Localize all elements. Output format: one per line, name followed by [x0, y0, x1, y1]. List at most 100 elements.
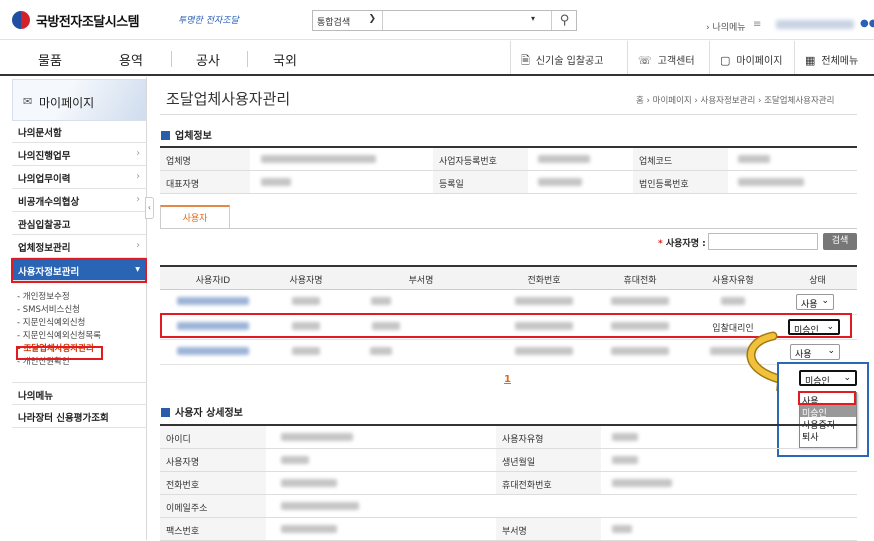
- chevron-right-icon: ›: [136, 148, 140, 159]
- user-name-search-input[interactable]: [708, 233, 818, 250]
- blurred-value: [738, 154, 770, 163]
- label-company-code: 업체코드: [633, 148, 728, 170]
- status-select-value: 사용: [801, 300, 818, 310]
- sidebar-item-label: 업체정보관리: [18, 243, 71, 254]
- highlight-box-option: [798, 391, 856, 405]
- title-divider: [160, 114, 857, 115]
- detail-row: 전화번호 휴대전화번호: [160, 472, 857, 495]
- value-email: [275, 495, 365, 517]
- blurred-value: [611, 296, 669, 305]
- table-row[interactable]: 사용 ⌄: [160, 290, 857, 315]
- sidebar-collapse-toggle[interactable]: ‹: [145, 197, 154, 219]
- highlight-box-submenu: [16, 346, 103, 360]
- blurred-value: [177, 296, 249, 305]
- cell-phone: [496, 290, 592, 314]
- chevron-down-icon: ⌄: [827, 346, 835, 356]
- sidebar-item-my-menu[interactable]: 나의메뉴: [12, 382, 146, 405]
- sidebar-item-ongoing-work[interactable]: 나의진행업무 ›: [12, 143, 146, 166]
- section-bullet-icon: [161, 131, 170, 140]
- blurred-value: [370, 346, 392, 355]
- cell-user-type: [688, 290, 778, 314]
- site-logo-text[interactable]: 국방전자조달시스템: [36, 11, 140, 30]
- label-mobile: 휴대전화번호: [496, 472, 601, 494]
- status-select-open[interactable]: 미승인 ⌄: [799, 370, 857, 387]
- value-user-type: [606, 426, 644, 448]
- search-input[interactable]: [387, 13, 537, 28]
- site-slogan: 투명한 전자조달: [178, 16, 239, 26]
- user-group-icon[interactable]: ●●: [860, 18, 874, 29]
- new-tech-bid-link[interactable]: 🗎 신기술 입찰공고: [510, 41, 627, 74]
- gnb-item-overseas[interactable]: 국외: [273, 50, 297, 69]
- label-representative: 대표자명: [160, 171, 250, 193]
- customer-center-link[interactable]: ☏ 고객센터: [627, 41, 709, 74]
- blurred-value: [292, 346, 320, 355]
- user-name-blurred: [776, 20, 854, 29]
- sidebar-item-interest-bids[interactable]: 관심입찰공고: [12, 212, 146, 235]
- cell-mobile: [592, 340, 688, 364]
- search-button[interactable]: ⚲: [551, 11, 577, 30]
- status-select[interactable]: 사용 ⌄: [796, 294, 834, 310]
- label-registration-date: 등록일: [433, 171, 528, 193]
- sidebar-item-label: 비공개수의협상: [18, 197, 80, 208]
- label-company-name: 업체명: [160, 148, 250, 170]
- sidebar-item-documents[interactable]: 나의문서함: [12, 120, 146, 143]
- search-category-select[interactable]: 통합검색 ❯: [313, 11, 383, 30]
- envelope-icon: ✉: [23, 95, 33, 108]
- sub-item-fingerprint-exception-list[interactable]: - 지문인식예외신청목록: [17, 329, 101, 341]
- blurred-value: [281, 478, 337, 487]
- page-number-link[interactable]: 1: [504, 374, 511, 385]
- company-section-title: 업체정보: [161, 127, 212, 142]
- column-header-user-id: 사용자ID: [195, 276, 231, 286]
- blurred-value: [281, 501, 359, 510]
- sidebar-item-private-negotiation[interactable]: 비공개수의협상 ›: [12, 189, 146, 212]
- cell-user-id[interactable]: [160, 340, 266, 364]
- label-user-id: 아이디: [160, 426, 266, 448]
- list-icon[interactable]: ≡: [753, 19, 761, 30]
- option-pending[interactable]: 미승인: [800, 405, 856, 419]
- blurred-value: [612, 478, 672, 487]
- value-department: [606, 518, 638, 540]
- sub-item-personal-info[interactable]: - 개인정보수정: [17, 290, 70, 302]
- my-menu-link[interactable]: › 나의메뉴: [706, 20, 746, 33]
- chevron-down-icon: ⌄: [843, 373, 851, 383]
- blurred-value: [738, 177, 804, 186]
- column-header-status: 상태: [809, 276, 826, 286]
- gnb-item-services[interactable]: 용역: [119, 50, 143, 69]
- value-registration-date: [532, 171, 632, 193]
- blurred-value: [538, 177, 582, 186]
- detail-row: 아이디 사용자유형: [160, 426, 857, 449]
- search-button[interactable]: 검색: [823, 233, 857, 250]
- tab-users[interactable]: 사용자: [160, 205, 230, 229]
- blurred-value: [261, 154, 376, 163]
- sub-item-fingerprint-exception[interactable]: - 지문인식예외신청: [17, 316, 85, 328]
- sidebar-item-credit-rating[interactable]: 나라장터 신용평가조회: [12, 405, 146, 428]
- gnb-item-construction[interactable]: 공사: [196, 50, 220, 69]
- value-birth-date: [606, 449, 644, 471]
- dropdown-arrow-icon[interactable]: ▾: [531, 14, 535, 23]
- mypage-link[interactable]: ▢ 마이페이지: [709, 41, 794, 74]
- label-corporate-number: 법인등록번호: [633, 171, 728, 193]
- gnb-item-goods[interactable]: 물품: [38, 50, 62, 69]
- my-menu-label: 나의메뉴: [712, 23, 746, 33]
- blurred-value: [281, 524, 337, 533]
- sub-item-sms-service[interactable]: - SMS서비스신청: [17, 303, 80, 315]
- cell-user-id[interactable]: [160, 290, 266, 314]
- detail-row: 팩스번호 부서명: [160, 518, 857, 541]
- value-user-id: [275, 426, 359, 448]
- logo-icon[interactable]: [12, 11, 30, 29]
- section-bullet-icon: [161, 408, 170, 417]
- all-menu-link[interactable]: ▦ 전체메뉴: [794, 41, 874, 74]
- value-corporate-number: [732, 171, 852, 193]
- highlight-box-sidebar: [11, 258, 147, 283]
- detail-section-title: 사용자 상세정보: [161, 404, 243, 419]
- user-name-search-label: * 사용자명 :: [658, 236, 706, 249]
- sidebar-item-label: 관심입찰공고: [18, 220, 71, 231]
- blurred-value: [612, 432, 638, 441]
- value-mobile: [606, 472, 678, 494]
- sidebar-item-company-info[interactable]: 업체정보관리 ›: [12, 235, 146, 258]
- sidebar-item-label: 나의메뉴: [18, 391, 53, 402]
- mypage-label: 마이페이지: [736, 56, 783, 67]
- sidebar-item-label: 나의문서함: [18, 128, 62, 139]
- chevron-right-icon: ›: [136, 171, 140, 182]
- sidebar-item-work-history[interactable]: 나의업무이력 ›: [12, 166, 146, 189]
